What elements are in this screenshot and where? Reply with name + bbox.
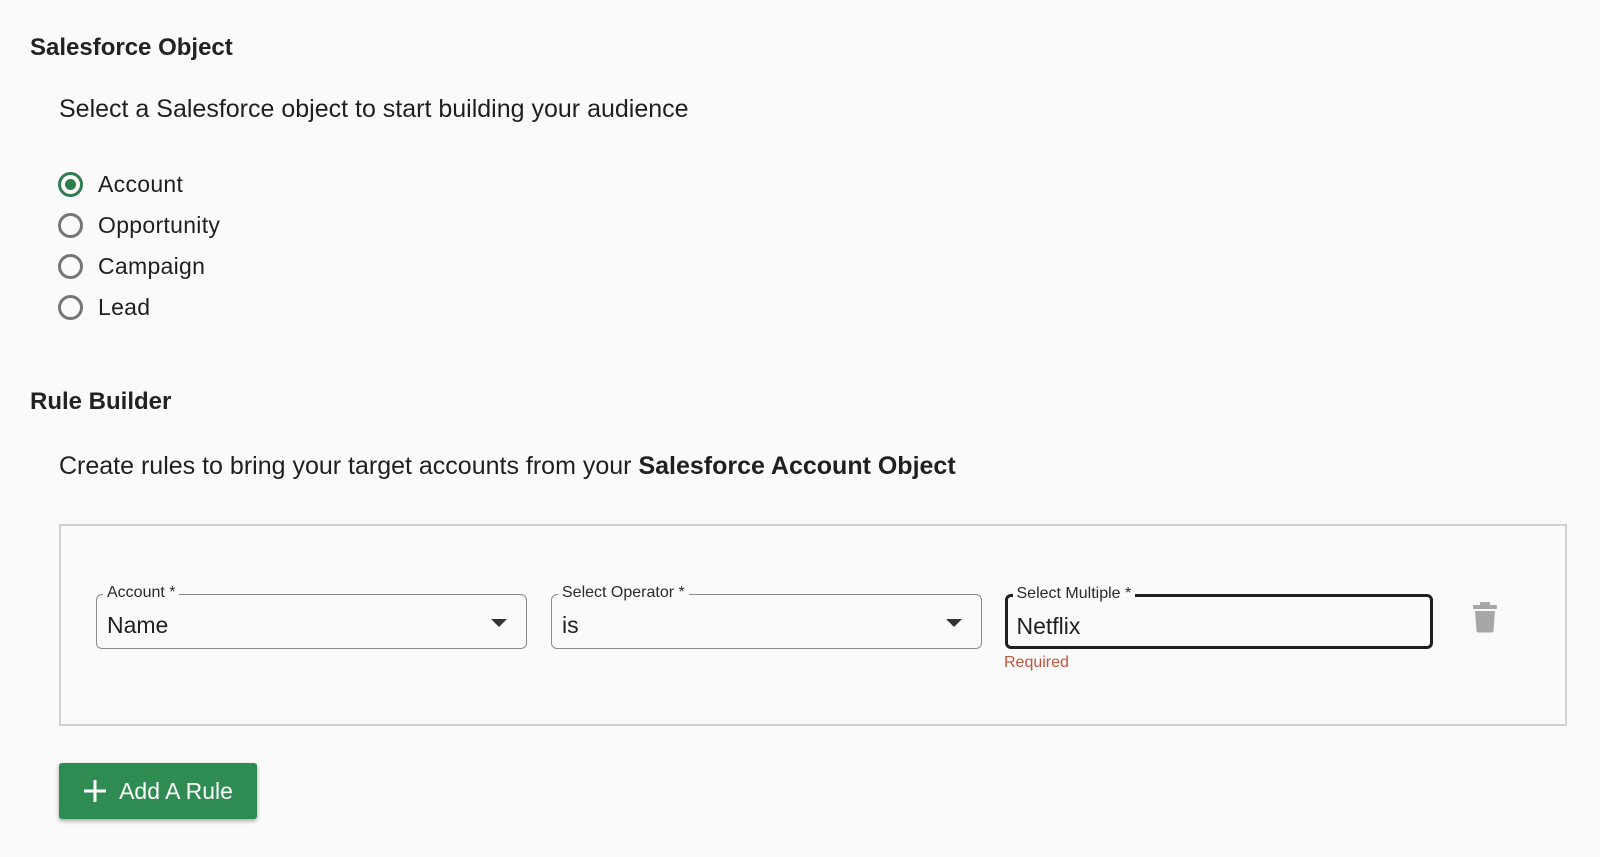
radio-button[interactable] [58,213,83,238]
page: Salesforce Object Select a Salesforce ob… [0,0,1600,857]
operator-label: Select Operator * [558,583,689,603]
salesforce-object-title: Salesforce Object [30,34,233,61]
radio-label: Opportunity [98,212,221,238]
rule-builder-object-name: Salesforce Account Object [638,452,956,480]
required-error-text: Required [1004,654,1069,671]
radio-label: Account [98,171,184,197]
radio-button[interactable] [58,295,83,320]
trash-icon[interactable] [1471,601,1499,633]
account-field-select[interactable]: Account * Name [96,583,527,649]
rule-builder-title: Rule Builder [30,388,172,415]
caret-down-icon[interactable] [491,619,507,627]
radio-option-opportunity[interactable]: Opportunity [58,205,220,246]
select-multiple-value[interactable]: Netflix [1017,612,1081,640]
radio-option-account[interactable]: Account [58,164,220,205]
radio-label: Lead [98,294,151,320]
add-rule-label: Add A Rule [119,777,233,804]
select-multiple-input[interactable]: Select Multiple * Netflix [1005,583,1433,649]
rule-builder-description-text: Create rules to bring your target accoun… [59,452,639,480]
rule-builder-description: Create rules to bring your target accoun… [59,452,956,481]
operator-value: is [562,612,579,638]
account-field-value: Name [107,612,169,638]
radio-option-lead[interactable]: Lead [58,287,220,328]
radio-label: Campaign [98,253,206,279]
account-field-label: Account * [103,583,180,603]
operator-select[interactable]: Select Operator * is [551,583,982,649]
caret-down-icon[interactable] [946,619,962,627]
add-rule-button[interactable]: Add A Rule [59,763,257,819]
radio-button-checked[interactable] [58,172,83,197]
salesforce-object-description: Select a Salesforce object to start buil… [59,95,689,123]
radio-option-campaign[interactable]: Campaign [58,246,220,287]
select-multiple-label: Select Multiple * [1012,583,1136,604]
radio-button[interactable] [58,254,83,279]
salesforce-object-radio-group: Account Opportunity Campaign Lead [58,164,220,328]
plus-icon [84,780,107,802]
